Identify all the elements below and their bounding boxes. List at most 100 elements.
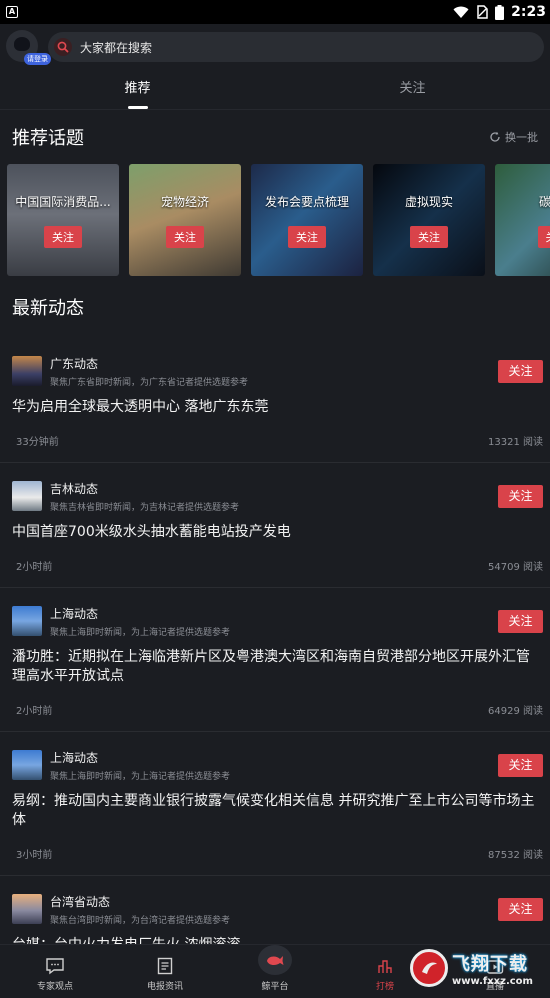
source-thumbnail bbox=[12, 606, 42, 636]
news-time: 3小时前 bbox=[16, 850, 53, 861]
news-source-row: 上海动态 聚焦上海即时新闻，为上海记者提供选题参考 关注 bbox=[12, 732, 543, 788]
follow-button[interactable]: 关注 bbox=[498, 609, 543, 633]
follow-button[interactable]: 关注 bbox=[498, 359, 543, 383]
topic-label: 碳中 bbox=[538, 195, 550, 209]
topic-card[interactable]: 发布会要点梳理 关注 bbox=[251, 164, 363, 276]
news-header: 最新动态 bbox=[0, 280, 550, 334]
search-input[interactable]: 大家都在搜索 bbox=[48, 32, 544, 62]
tab-recommend[interactable]: 推荐 bbox=[0, 70, 275, 109]
news-card[interactable]: 广东动态 聚焦广东省即时新闻，为广东省记者提供选题参考 关注 华为启用全球最大透… bbox=[0, 338, 550, 463]
news-reads: 13321 阅读 bbox=[488, 437, 543, 448]
nav-label: 打榜 bbox=[375, 982, 394, 992]
news-meta: 33分钟前 13321 阅读 bbox=[12, 417, 543, 462]
source-info: 上海动态 聚焦上海即时新闻，为上海记者提供选题参考 bbox=[50, 605, 498, 638]
news-reads: 64929 阅读 bbox=[488, 706, 543, 717]
app-notification-icon: A bbox=[6, 6, 18, 18]
topic-label: 发布会要点梳理 bbox=[264, 195, 349, 209]
watermark-url: www.fxxz.com bbox=[452, 975, 533, 987]
login-avatar[interactable]: 请登录 bbox=[6, 30, 51, 65]
rank-icon bbox=[378, 960, 392, 973]
source-description: 聚焦上海即时新闻，为上海记者提供选题参考 bbox=[50, 771, 231, 782]
tab-following[interactable]: 关注 bbox=[275, 70, 550, 109]
nav-label: 专家观点 bbox=[36, 982, 73, 992]
clock: 2:23 bbox=[511, 4, 546, 20]
source-thumbnail bbox=[12, 894, 42, 924]
chat-icon bbox=[46, 958, 64, 975]
source-name[interactable]: 上海动态 bbox=[50, 749, 498, 766]
refresh-label: 换一批 bbox=[505, 131, 538, 144]
news-source-row: 广东动态 聚焦广东省即时新闻，为广东省记者提供选题参考 关注 bbox=[12, 338, 543, 394]
news-headline[interactable]: 易纲：推动国内主要商业银行披露气候变化相关信息 并研究推广至上市公司等市场主体 bbox=[12, 792, 543, 830]
watermark-logo-icon bbox=[410, 949, 448, 987]
news-time: 33分钟前 bbox=[16, 437, 59, 448]
news-headline[interactable]: 华为启用全球最大透明中心 落地广东东莞 bbox=[12, 398, 543, 417]
topic-card[interactable]: 碳中 关 bbox=[495, 164, 550, 276]
news-source-row: 台湾省动态 聚焦台湾即时新闻，为台湾记者提供选题参考 关注 bbox=[12, 876, 543, 932]
source-thumbnail bbox=[12, 356, 42, 386]
news-time: 2小时前 bbox=[16, 562, 53, 573]
news-title: 最新动态 bbox=[12, 298, 84, 319]
no-sim-icon bbox=[477, 5, 488, 19]
news-meta: 2小时前 64929 阅读 bbox=[12, 686, 543, 731]
topic-follow-button[interactable]: 关注 bbox=[410, 226, 448, 248]
news-card[interactable]: 上海动态 聚焦上海即时新闻，为上海记者提供选题参考 关注 易纲：推动国内主要商业… bbox=[0, 732, 550, 876]
news-meta: 2小时前 54709 阅读 bbox=[12, 542, 543, 587]
source-description: 聚焦吉林省即时新闻，为吉林记者提供选题参考 bbox=[50, 502, 240, 513]
topic-follow-button[interactable]: 关注 bbox=[166, 226, 204, 248]
source-description: 聚焦广东省即时新闻，为广东省记者提供选题参考 bbox=[50, 377, 249, 388]
nav-label: 鲸平台 bbox=[261, 982, 289, 992]
source-info: 台湾省动态 聚焦台湾即时新闻，为台湾记者提供选题参考 bbox=[50, 893, 498, 926]
battery-icon bbox=[495, 4, 505, 20]
source-name[interactable]: 上海动态 bbox=[50, 605, 498, 622]
news-source-row: 上海动态 聚焦上海即时新闻，为上海记者提供选题参考 关注 bbox=[12, 588, 543, 644]
search-placeholder: 大家都在搜索 bbox=[80, 40, 153, 55]
watermark: 飞翔下载 www.fxxz.com bbox=[410, 944, 540, 992]
source-name[interactable]: 吉林动态 bbox=[50, 480, 498, 497]
news-source-row: 吉林动态 聚焦吉林省即时新闻，为吉林记者提供选题参考 关注 bbox=[12, 463, 543, 519]
source-thumbnail bbox=[12, 481, 42, 511]
refresh-icon bbox=[490, 131, 500, 142]
topic-label: 中国国际消费品... bbox=[15, 195, 111, 209]
source-info: 吉林动态 聚焦吉林省即时新闻，为吉林记者提供选题参考 bbox=[50, 480, 498, 513]
nav-label: 电报资讯 bbox=[146, 982, 183, 992]
wifi-icon bbox=[453, 6, 469, 18]
whale-icon bbox=[258, 945, 292, 975]
nav-expert-opinion[interactable]: 专家观点 bbox=[0, 945, 110, 998]
topic-card[interactable]: 中国国际消费品... 关注 bbox=[7, 164, 119, 276]
source-info: 广东动态 聚焦广东省即时新闻，为广东省记者提供选题参考 bbox=[50, 355, 498, 388]
follow-button[interactable]: 关注 bbox=[498, 484, 543, 508]
topic-follow-button[interactable]: 关注 bbox=[44, 226, 82, 248]
status-bar: A 2:23 bbox=[0, 0, 550, 24]
news-card[interactable]: 吉林动态 聚焦吉林省即时新闻，为吉林记者提供选题参考 关注 中国首座700米级水… bbox=[0, 463, 550, 588]
document-icon bbox=[157, 957, 173, 975]
topics-title: 推荐话题 bbox=[12, 128, 84, 149]
follow-button[interactable]: 关注 bbox=[498, 897, 543, 921]
source-name[interactable]: 广东动态 bbox=[50, 355, 498, 372]
watermark-title: 飞翔下载 bbox=[452, 953, 528, 975]
topic-follow-button[interactable]: 关注 bbox=[288, 226, 326, 248]
news-feed: 广东动态 聚焦广东省即时新闻，为广东省记者提供选题参考 关注 华为启用全球最大透… bbox=[0, 334, 550, 955]
topic-label: 虚拟现实 bbox=[404, 195, 453, 209]
news-meta: 3小时前 87532 阅读 bbox=[12, 830, 543, 875]
news-headline[interactable]: 中国首座700米级水头抽水蓄能电站投产发电 bbox=[12, 523, 543, 542]
topic-carousel[interactable]: 中国国际消费品... 关注 宠物经济 关注 发布会要点梳理 关注 虚拟现实 关注… bbox=[0, 164, 550, 276]
search-icon bbox=[54, 38, 72, 56]
news-reads: 87532 阅读 bbox=[488, 850, 543, 861]
login-badge: 请登录 bbox=[24, 53, 51, 65]
nav-whale-platform[interactable]: 鲸平台 bbox=[220, 945, 330, 998]
topic-follow-button[interactable]: 关 bbox=[537, 226, 550, 248]
source-name[interactable]: 台湾省动态 bbox=[50, 893, 498, 910]
refresh-button[interactable]: 换一批 bbox=[489, 129, 538, 145]
tab-bar: 推荐 关注 bbox=[0, 70, 550, 110]
source-description: 聚焦台湾即时新闻，为台湾记者提供选题参考 bbox=[50, 915, 231, 926]
follow-button[interactable]: 关注 bbox=[498, 753, 543, 777]
nav-telegraph[interactable]: 电报资讯 bbox=[110, 945, 220, 998]
source-thumbnail bbox=[12, 750, 42, 780]
news-card[interactable]: 上海动态 聚焦上海即时新闻，为上海记者提供选题参考 关注 潘功胜：近期拟在上海临… bbox=[0, 588, 550, 732]
topic-card[interactable]: 虚拟现实 关注 bbox=[373, 164, 485, 276]
source-info: 上海动态 聚焦上海即时新闻，为上海记者提供选题参考 bbox=[50, 749, 498, 782]
topics-header: 推荐话题 换一批 bbox=[0, 110, 550, 164]
watermark-text: 飞翔下载 www.fxxz.com bbox=[452, 950, 533, 987]
news-headline[interactable]: 潘功胜：近期拟在上海临港新片区及粤港澳大湾区和海南自贸港部分地区开展外汇管理高水… bbox=[12, 648, 543, 686]
topic-card[interactable]: 宠物经济 关注 bbox=[129, 164, 241, 276]
